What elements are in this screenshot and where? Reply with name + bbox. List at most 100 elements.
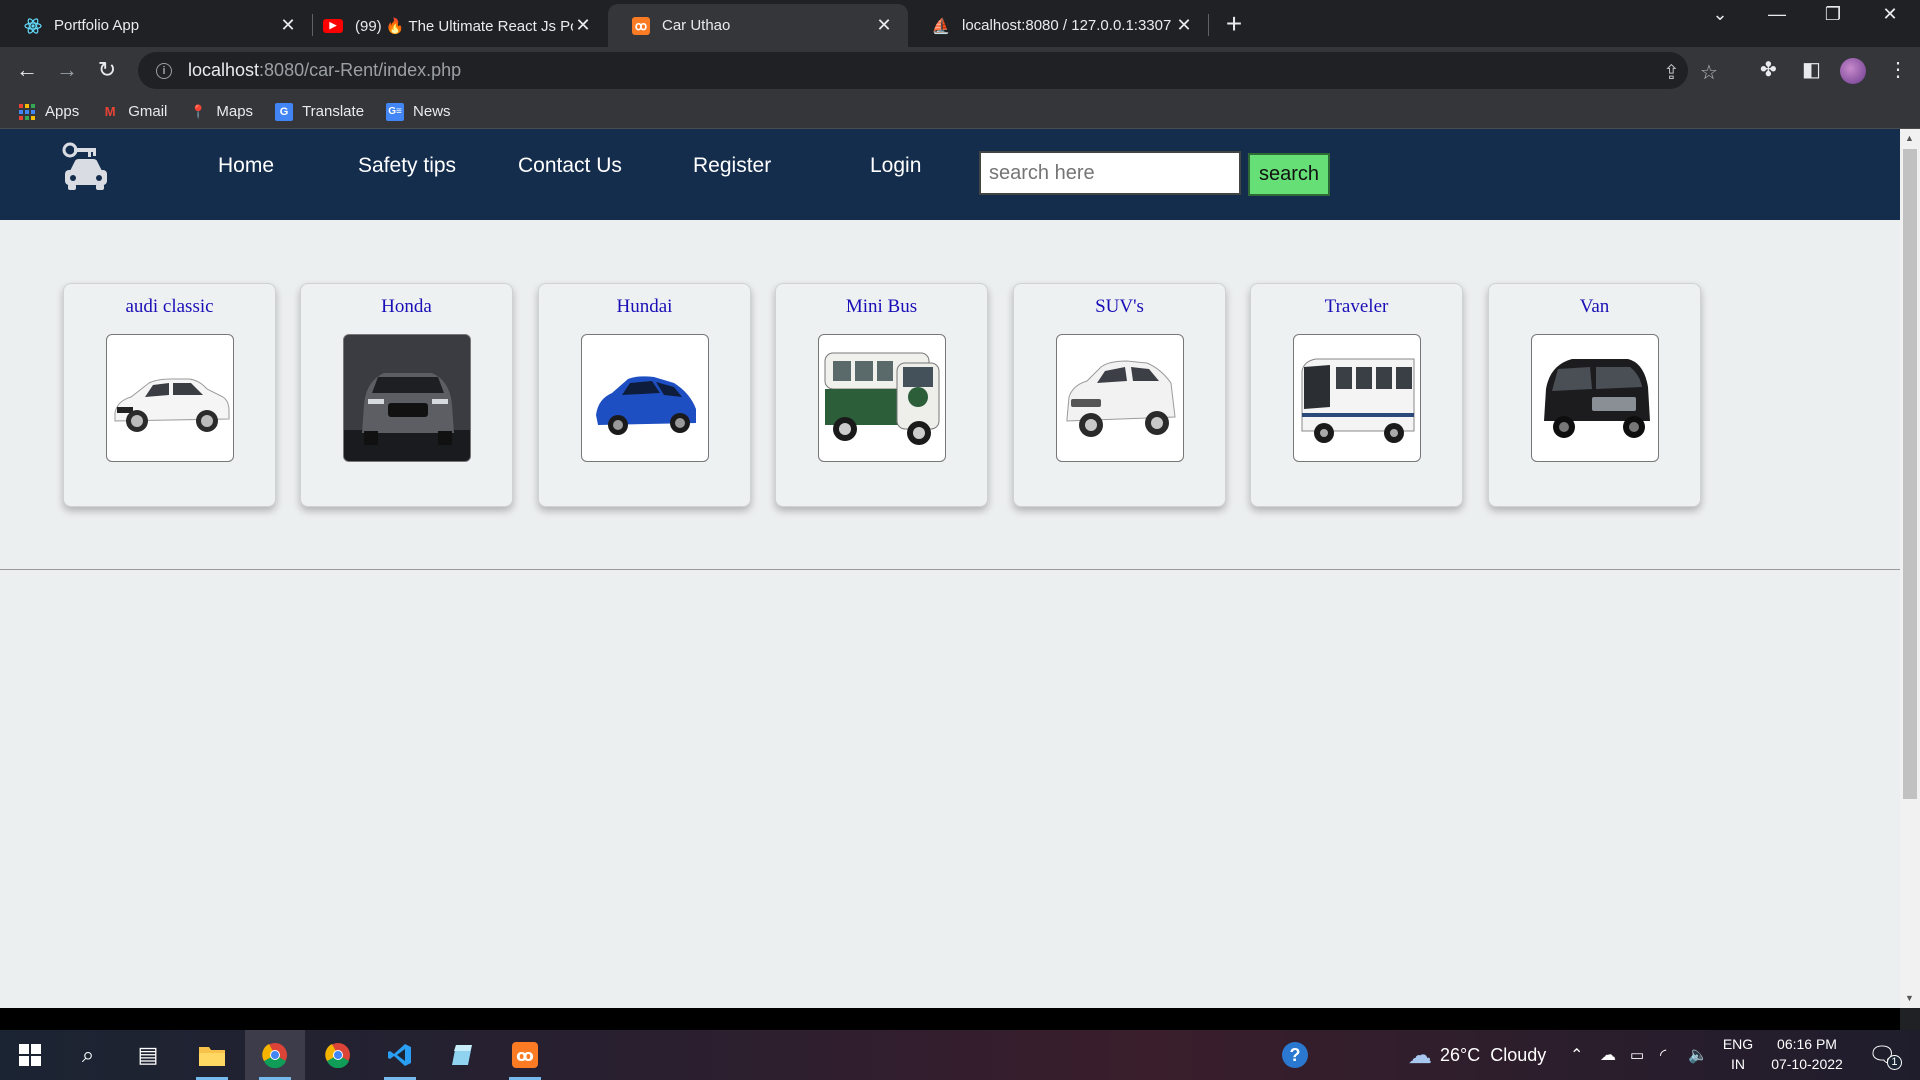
category-name: Traveler (1324, 296, 1389, 317)
search-button[interactable]: search (1248, 153, 1330, 196)
windows-taskbar: ⌕ ▤ ꝏ ? ☁ 26°C Cloudy ⌃ ☁ ▭ ◜ 🔈 ENG IN 0… (0, 1030, 1920, 1080)
chrome-profile-icon[interactable] (308, 1030, 368, 1080)
notification-center-icon[interactable]: 🗨 1 (1868, 1030, 1902, 1080)
onedrive-icon[interactable]: ☁ (1600, 1030, 1616, 1080)
nav-safety-tips-link[interactable]: Safety tips (358, 154, 456, 178)
tab-title: Portfolio App (54, 17, 140, 34)
cloud-icon: ☁ (1408, 1041, 1432, 1069)
car-image[interactable] (818, 334, 946, 462)
bookmark-apps[interactable]: Apps (18, 103, 79, 121)
weather-widget[interactable]: ☁ 26°C Cloudy (1408, 1030, 1546, 1080)
language-indicator[interactable]: ENG IN (1718, 1034, 1758, 1074)
category-name: SUV's (1095, 296, 1144, 317)
bookmark-star-icon[interactable]: ☆ (1700, 60, 1718, 85)
task-view-icon[interactable]: ▤ (118, 1030, 178, 1080)
wifi-icon[interactable]: ◜ (1660, 1030, 1666, 1080)
category-card-van[interactable]: Van (1488, 283, 1701, 507)
tab-strip: Portfolio App ✕ ▶ (99) 🔥 The Ultimate Re… (0, 0, 1920, 47)
weather-text: 26°C Cloudy (1440, 1044, 1547, 1065)
close-icon[interactable]: ✕ (1174, 15, 1194, 36)
nav-register-link[interactable]: Register (693, 154, 771, 178)
category-name: Van (1579, 296, 1610, 317)
tab-portfolio-app[interactable]: Portfolio App ✕ (0, 4, 312, 47)
search-input[interactable] (979, 151, 1241, 195)
screen-bottom-strip (0, 1008, 1900, 1030)
translate-icon: G (275, 102, 294, 121)
reload-icon[interactable]: ↻ (92, 55, 122, 85)
car-image[interactable] (1293, 334, 1421, 462)
scroll-down-arrow-icon[interactable]: ▼ (1905, 993, 1914, 1003)
youtube-icon: ▶ (323, 18, 343, 33)
address-bar[interactable]: i localhost:8080/car-Rent/index.php ⇪ ☆ (138, 52, 1718, 89)
side-panel-icon[interactable]: ◧ (1802, 57, 1821, 82)
site-navbar: Home Safety tips Contact Us Register Log… (0, 129, 1900, 220)
bookmark-translate[interactable]: G Translate (275, 102, 365, 121)
tab-youtube[interactable]: ▶ (99) 🔥 The Ultimate React Js Por ✕ (313, 4, 607, 47)
bookmark-label: Gmail (128, 103, 168, 120)
car-image[interactable] (106, 334, 234, 462)
category-card-traveler[interactable]: Traveler (1250, 283, 1463, 507)
battery-icon[interactable]: ▭ (1630, 1030, 1644, 1080)
car-image[interactable] (343, 334, 471, 462)
share-icon[interactable]: ⇪ (1663, 60, 1680, 85)
scroll-up-arrow-icon[interactable]: ▲ (1905, 133, 1914, 143)
help-icon[interactable]: ? (1282, 1030, 1308, 1080)
minimize-icon[interactable]: — (1757, 4, 1797, 25)
apps-grid-icon (18, 103, 36, 121)
nav-contact-us-link[interactable]: Contact Us (518, 154, 622, 178)
car-image[interactable] (1056, 334, 1184, 462)
tab-search-chevron-icon[interactable]: ⌄ (1700, 4, 1740, 25)
bookmark-gmail[interactable]: M Gmail (101, 103, 168, 121)
scrollbar-thumb[interactable] (1903, 149, 1917, 799)
close-window-icon[interactable]: ✕ (1870, 4, 1910, 25)
profile-avatar[interactable] (1840, 58, 1866, 84)
tab-car-uthao[interactable]: ꝏ Car Uthao ✕ (608, 4, 908, 47)
car-key-logo-icon[interactable] (58, 141, 114, 197)
clock-time: 06:16 PM (1777, 1036, 1837, 1052)
category-card-honda[interactable]: Honda (300, 283, 513, 507)
search-icon[interactable]: ⌕ (58, 1030, 118, 1080)
tray-chevron-icon[interactable]: ⌃ (1570, 1030, 1583, 1080)
car-image[interactable] (1531, 334, 1659, 462)
bookmark-news[interactable]: G≡ News (386, 102, 451, 121)
nav-home-link[interactable]: Home (218, 154, 274, 178)
bookmark-maps[interactable]: 📍 Maps (189, 103, 253, 121)
category-card-suvs[interactable]: SUV's (1013, 283, 1226, 507)
notepad-icon[interactable] (432, 1030, 492, 1080)
browser-toolbar: ← → ↻ i localhost:8080/car-Rent/index.ph… (0, 47, 1920, 95)
react-icon (24, 17, 42, 35)
close-icon[interactable]: ✕ (874, 15, 894, 36)
menu-kebab-icon[interactable]: ⋮ (1888, 57, 1908, 82)
back-arrow-icon[interactable]: ← (12, 55, 42, 85)
clock[interactable]: 06:16 PM 07-10-2022 (1762, 1034, 1852, 1074)
windows-start-icon[interactable] (0, 1030, 60, 1080)
car-image[interactable] (581, 334, 709, 462)
extensions-puzzle-icon[interactable]: ✤ (1760, 57, 1777, 82)
news-icon: G≡ (386, 102, 405, 121)
new-tab-icon[interactable]: + (1220, 8, 1248, 40)
xampp-taskbar-icon[interactable]: ꝏ (495, 1030, 555, 1080)
url-text: localhost:8080/car-Rent/index.php (188, 60, 462, 80)
restore-icon[interactable]: ❐ (1813, 4, 1853, 25)
site-info-icon[interactable]: i (156, 62, 172, 79)
category-card-audi-classic[interactable]: audi classic (63, 283, 276, 507)
page-content: Home Safety tips Contact Us Register Log… (0, 129, 1900, 1008)
tab-phpmyadmin[interactable]: ⛵ localhost:8080 / 127.0.0.1:3307 / ✕ (908, 4, 1208, 47)
page-scrollbar[interactable]: ▲ ▼ (1900, 129, 1920, 1008)
close-icon[interactable]: ✕ (573, 15, 593, 36)
bookmarks-bar: Apps M Gmail 📍 Maps G Translate G≡ News (0, 95, 1920, 129)
forward-arrow-icon[interactable]: → (52, 55, 82, 85)
category-card-hundai[interactable]: Hundai (538, 283, 751, 507)
category-card-mini-bus[interactable]: Mini Bus (775, 283, 988, 507)
file-explorer-icon[interactable] (182, 1030, 242, 1080)
maps-icon: 📍 (190, 103, 207, 119)
vscode-icon[interactable] (370, 1030, 430, 1080)
tab-separator (1208, 14, 1209, 36)
bookmark-label: Translate (302, 103, 365, 120)
close-icon[interactable]: ✕ (278, 15, 298, 36)
volume-icon[interactable]: 🔈 (1688, 1030, 1708, 1080)
chrome-icon[interactable] (245, 1030, 305, 1080)
nav-login-link[interactable]: Login (870, 154, 921, 178)
bookmark-label: News (413, 103, 451, 120)
phpmyadmin-icon: ⛵ (931, 17, 951, 35)
